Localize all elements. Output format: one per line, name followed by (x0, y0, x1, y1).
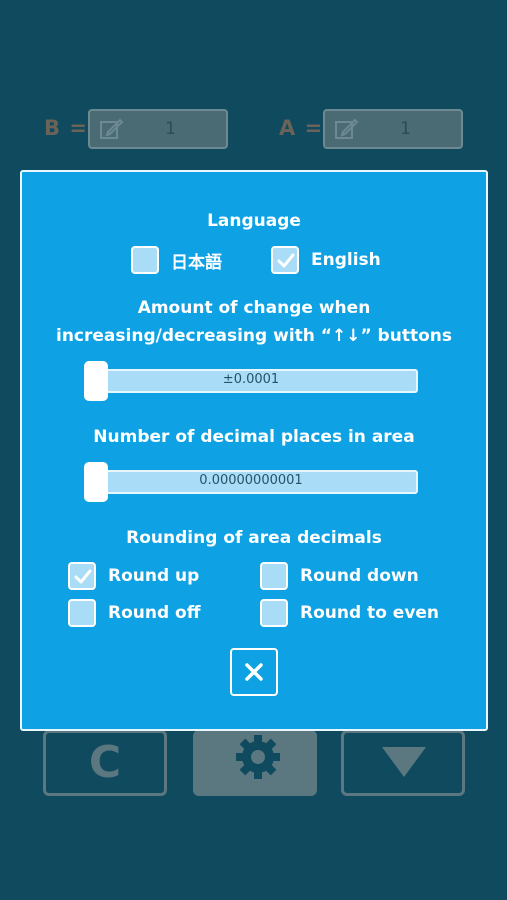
language-option-label: English (311, 250, 381, 270)
down-button[interactable] (341, 730, 465, 796)
clear-button-label: C (88, 737, 122, 788)
field-b-value: 1 (165, 119, 176, 139)
decimals-slider-value: 0.00000000001 (199, 473, 303, 488)
language-option-label: 日本語 (171, 252, 222, 273)
settings-dialog: Language 日本語 English Amount of change wh… (20, 170, 488, 731)
settings-button[interactable] (193, 730, 317, 796)
checkbox[interactable] (131, 246, 159, 274)
checkbox[interactable] (260, 562, 288, 590)
close-icon (245, 663, 263, 681)
slider-thumb[interactable] (84, 462, 108, 502)
triangle-down-icon (380, 745, 428, 783)
rounding-heading: Rounding of area decimals (126, 528, 382, 548)
step-heading-line1: Amount of change when (137, 298, 371, 318)
decimals-heading: Number of decimal places in area (93, 427, 415, 447)
rounding-option-round-off[interactable]: Round off (68, 597, 201, 629)
edit-icon (335, 118, 359, 140)
checkmark-icon (277, 253, 295, 268)
rounding-option-round-up[interactable]: Round up (68, 560, 199, 592)
slider-thumb[interactable] (84, 361, 108, 401)
field-b-input[interactable]: 1 (88, 109, 228, 149)
checkbox[interactable] (68, 599, 96, 627)
rounding-option-label: Round off (108, 603, 201, 623)
language-option-english[interactable]: English (271, 244, 381, 276)
rounding-option-round-to-even[interactable]: Round to even (260, 597, 439, 629)
rounding-option-label: Round to even (300, 603, 440, 623)
checkbox[interactable] (260, 599, 288, 627)
step-slider[interactable]: ±0.0001 (84, 361, 418, 401)
rounding-option-round-down[interactable]: Round down (260, 560, 419, 592)
checkbox[interactable] (68, 562, 96, 590)
checkmark-icon (74, 569, 92, 584)
edit-icon (100, 118, 124, 140)
rounding-option-label: Round up (108, 566, 200, 586)
field-a-value: 1 (400, 119, 411, 139)
decimals-slider[interactable]: 0.00000000001 (84, 462, 418, 502)
language-heading: Language (207, 211, 301, 231)
close-button[interactable] (230, 648, 278, 696)
checkbox[interactable] (271, 246, 299, 274)
step-slider-value: ±0.0001 (222, 372, 280, 387)
clear-button[interactable]: C (43, 730, 167, 796)
field-b-label: B = (44, 116, 88, 140)
gear-icon (228, 733, 288, 787)
rounding-option-label: Round down (300, 566, 419, 586)
language-option-japanese[interactable]: 日本語 (131, 244, 222, 276)
step-heading-line2: increasing/decreasing with “↑↓” buttons (56, 326, 452, 346)
field-a-label: A = (279, 116, 324, 140)
field-a-input[interactable]: 1 (323, 109, 463, 149)
